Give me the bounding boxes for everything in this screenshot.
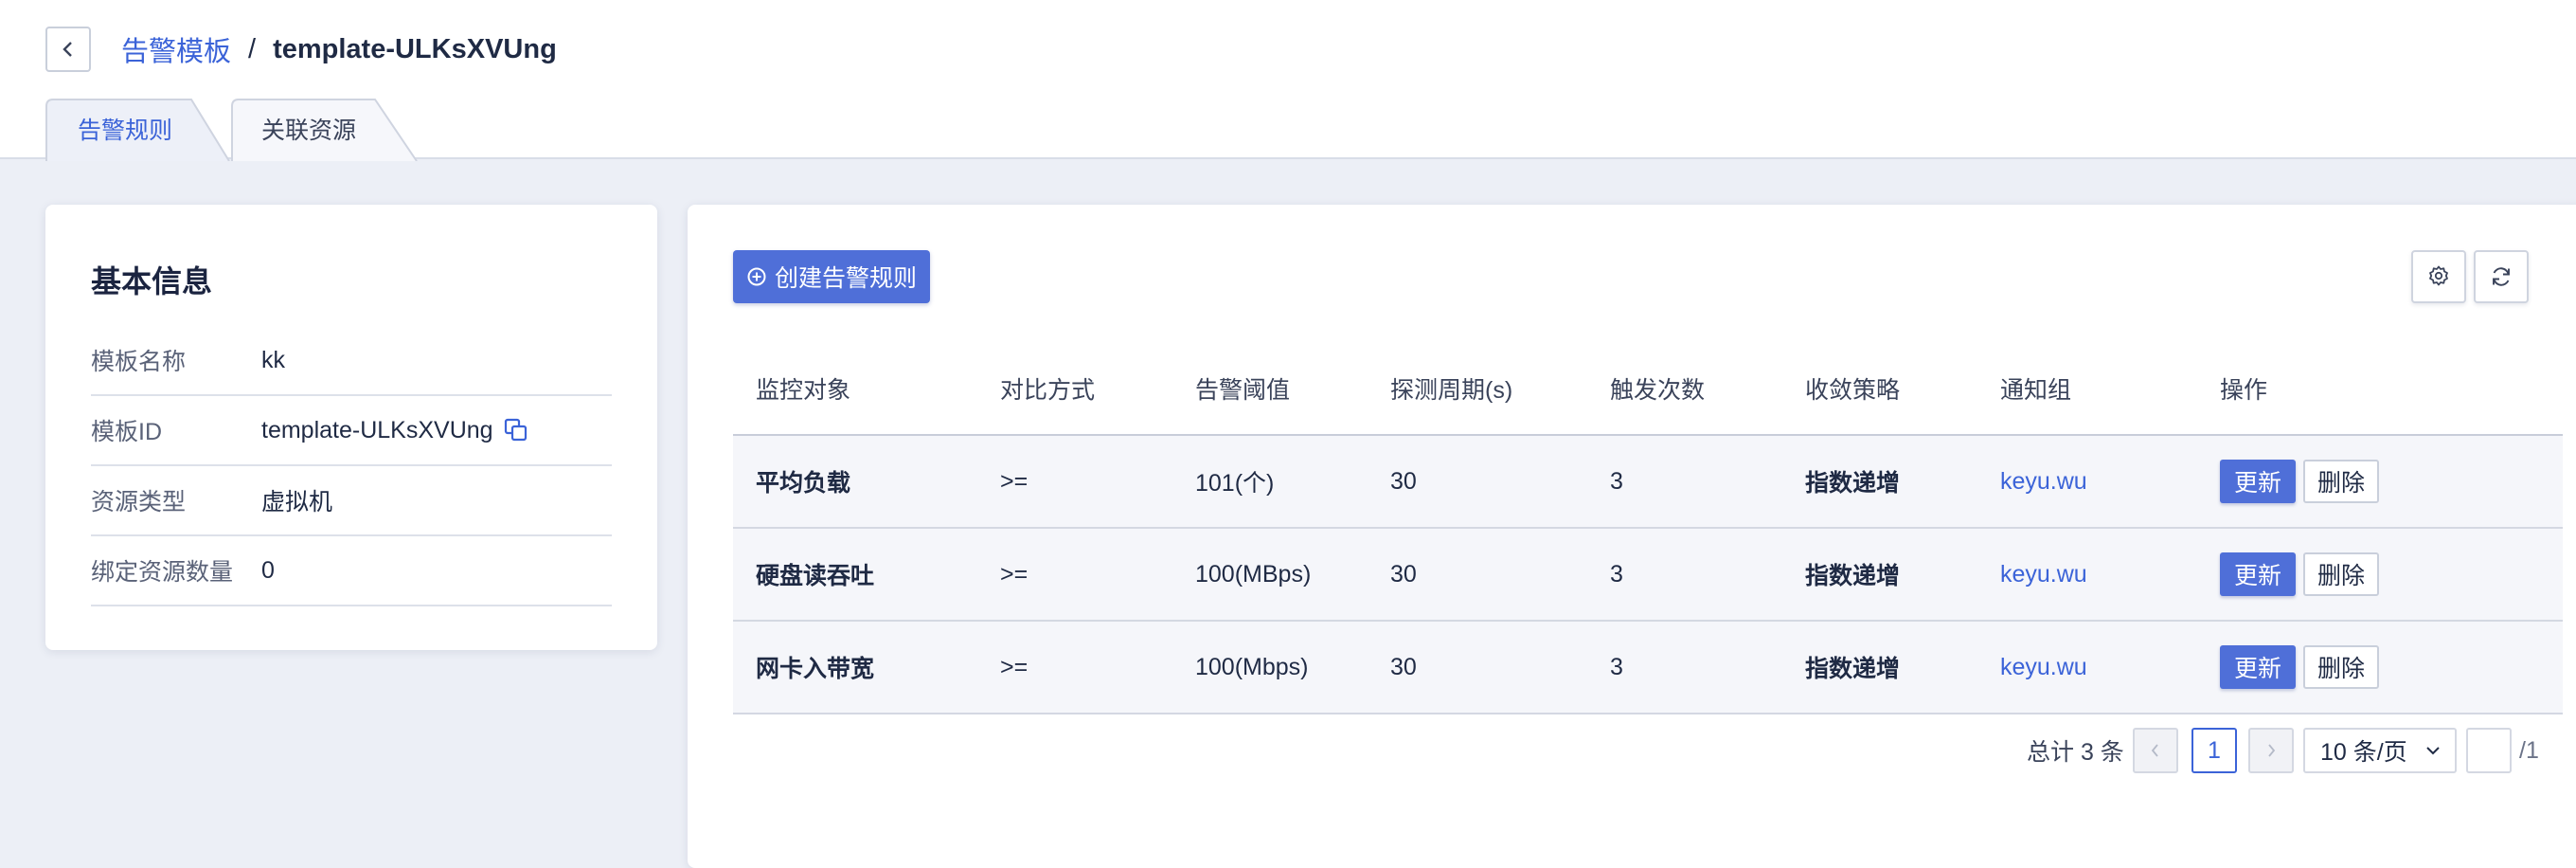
chevron-left-icon xyxy=(2151,744,2158,757)
update-button[interactable]: 更新 xyxy=(2220,552,2296,596)
cell-threshold: 100(MBps) xyxy=(1195,560,1312,588)
table-header: 监控对象 对比方式 告警阈值 探测周期(s) 触发次数 收敛策略 通知组 操作 xyxy=(733,343,2563,436)
page-size-select[interactable]: 10 条/页 xyxy=(2303,728,2457,773)
chevron-right-icon xyxy=(2268,744,2276,757)
next-page-button[interactable] xyxy=(2248,728,2294,773)
page-number-current[interactable]: 1 xyxy=(2191,728,2237,773)
cell-period: 30 xyxy=(1390,653,1417,680)
cell-target: 平均负载 xyxy=(756,470,851,497)
page-count: /1 xyxy=(2519,736,2539,764)
page-jump-input[interactable] xyxy=(2466,728,2512,773)
column-header: 告警阈值 xyxy=(1195,377,1291,404)
create-alert-rule-button[interactable]: 创建告警规则 xyxy=(733,250,930,303)
cell-notify-group-link[interactable]: keyu.wu xyxy=(1977,654,2197,681)
plus-circle-icon xyxy=(747,267,766,286)
pagination-total: 总计 3 条 xyxy=(2027,739,2124,766)
info-label: 模板名称 xyxy=(91,349,187,375)
column-header: 收敛策略 xyxy=(1805,377,1901,404)
cell-compare: >= xyxy=(1000,653,1029,680)
cell-notify-group-link[interactable]: keyu.wu xyxy=(1977,468,2197,496)
alert-rules-card: 创建告警规则 监控对象 对比方式 告警阈值 探测周期(s) 触发次数 收敛策略 … xyxy=(688,205,2576,868)
cell-count: 3 xyxy=(1610,560,1623,588)
template-id-value: template-ULKsXVUng xyxy=(261,416,493,443)
update-button[interactable]: 更新 xyxy=(2220,645,2296,689)
cell-compare: >= xyxy=(1000,467,1029,495)
cell-actions: 更新 删除 xyxy=(2197,460,2563,503)
gear-icon xyxy=(2429,265,2448,286)
basic-info-card: 基本信息 模板名称 kk 模板ID template-ULKsXVUng 资源类… xyxy=(45,205,657,650)
basic-info-title: 基本信息 xyxy=(91,264,213,298)
column-header: 探测周期(s) xyxy=(1390,377,1513,404)
refresh-icon xyxy=(2493,267,2510,286)
cell-period: 30 xyxy=(1390,467,1417,495)
breadcrumb-parent-link[interactable]: 告警模板 xyxy=(121,29,231,69)
table-row: 硬盘读吞吐 >= 100(MBps) 30 3 指数递增 keyu.wu 更新删… xyxy=(733,529,2563,622)
info-label: 资源类型 xyxy=(91,489,187,515)
tab-related-resources-label: 关联资源 xyxy=(261,118,357,144)
chevron-down-icon xyxy=(2426,747,2440,755)
cell-actions: 更新 删除 xyxy=(2197,552,2563,596)
chevron-left-icon xyxy=(63,42,72,57)
refresh-button[interactable] xyxy=(2474,250,2529,303)
column-header: 操作 xyxy=(2220,377,2268,404)
cell-strategy: 指数递增 xyxy=(1805,656,1901,682)
column-header: 监控对象 xyxy=(756,377,851,404)
delete-button[interactable]: 删除 xyxy=(2303,645,2379,689)
breadcrumb-current: template-ULKsXVUng xyxy=(273,33,557,64)
page-size-value: 10 条/页 xyxy=(2320,739,2407,766)
info-value-wrap: template-ULKsXVUng xyxy=(261,417,529,444)
info-label: 模板ID xyxy=(91,419,163,445)
cell-threshold: 101(个) xyxy=(1195,470,1275,497)
column-header: 触发次数 xyxy=(1610,377,1706,404)
cell-notify-group-link[interactable]: keyu.wu xyxy=(1977,561,2197,588)
cell-count: 3 xyxy=(1610,653,1623,680)
top-header: 告警模板 / template-ULKsXVUng 告警规则 关联资源 xyxy=(0,0,2576,161)
cell-actions: 更新 删除 xyxy=(2197,645,2563,689)
column-header: 通知组 xyxy=(2000,377,2072,404)
cell-threshold: 100(Mbps) xyxy=(1195,653,1309,680)
info-row-template-name: 模板名称 kk xyxy=(91,326,612,396)
tab-related-resources[interactable]: 关联资源 xyxy=(231,99,420,161)
cell-strategy: 指数递增 xyxy=(1805,563,1901,589)
table-row: 平均负载 >= 101(个) 30 3 指数递增 keyu.wu 更新 删除 xyxy=(733,436,2563,529)
info-row-template-id: 模板ID template-ULKsXVUng xyxy=(91,396,612,466)
alert-rules-table: 监控对象 对比方式 告警阈值 探测周期(s) 触发次数 收敛策略 通知组 操作 … xyxy=(733,343,2563,714)
cell-target: 网卡入带宽 xyxy=(756,656,875,682)
back-button[interactable] xyxy=(45,27,91,72)
cell-count: 3 xyxy=(1610,467,1623,495)
breadcrumb: 告警模板 / template-ULKsXVUng xyxy=(121,28,557,70)
info-value: 虚拟机 xyxy=(261,489,333,515)
info-label: 绑定资源数量 xyxy=(91,559,234,586)
cell-target: 硬盘读吞吐 xyxy=(756,563,875,589)
info-row-resource-type: 资源类型 虚拟机 xyxy=(91,466,612,536)
info-row-bound-count: 绑定资源数量 0 xyxy=(91,536,612,606)
info-value: kk xyxy=(261,346,285,373)
breadcrumb-separator: / xyxy=(248,33,257,64)
cell-compare: >= xyxy=(1000,560,1029,588)
cell-strategy: 指数递增 xyxy=(1805,470,1901,497)
create-alert-rule-label: 创建告警规则 xyxy=(774,265,917,292)
info-value: 0 xyxy=(261,556,275,584)
tab-alert-rules-label: 告警规则 xyxy=(78,118,173,144)
table-row: 网卡入带宽 >= 100(Mbps) 30 3 指数递增 keyu.wu 更新删… xyxy=(733,622,2563,714)
update-button[interactable]: 更新 xyxy=(2220,460,2296,503)
settings-button[interactable] xyxy=(2411,250,2466,303)
cell-period: 30 xyxy=(1390,560,1417,588)
tab-alert-rules[interactable]: 告警规则 xyxy=(45,99,231,161)
delete-button[interactable]: 删除 xyxy=(2303,552,2379,596)
column-header: 对比方式 xyxy=(1000,377,1096,404)
prev-page-button[interactable] xyxy=(2133,728,2178,773)
delete-button[interactable]: 删除 xyxy=(2303,460,2379,503)
copy-icon[interactable] xyxy=(503,417,529,443)
